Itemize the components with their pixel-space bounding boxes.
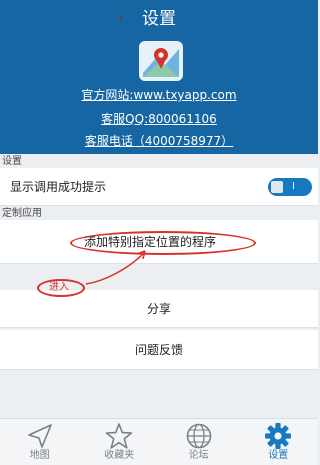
section-settings: 设置 (2, 156, 22, 167)
tab-forum[interactable]: 论坛 (159, 419, 239, 465)
annotation-enter-ellipse: 进入 (37, 279, 85, 297)
feedback-row[interactable]: 问题反馈 (0, 330, 318, 370)
map-pin-logo-icon (139, 41, 183, 81)
star-icon (105, 423, 133, 449)
page-title: 设置 (142, 9, 176, 29)
success-tip-toggle[interactable]: I (268, 178, 312, 196)
tab-map-label: 地图 (29, 450, 50, 461)
tab-map[interactable]: 地图 (0, 419, 80, 465)
annotation-enter-label: 进入 (49, 282, 69, 293)
toggle-label: 显示调用成功提示 (10, 180, 107, 194)
tab-favorites-label: 收藏夹 (104, 450, 135, 461)
website-link[interactable]: 官方网站:www.txyapp.com (0, 88, 318, 103)
toggle-on-text: I (292, 181, 295, 192)
qq-link[interactable]: 客服QQ:800061106 (0, 112, 318, 127)
phone-link[interactable]: 客服电话（4000758977） (0, 134, 318, 149)
tab-bar: 地图 收藏夹 论坛 设置 (0, 418, 318, 465)
tab-settings[interactable]: 设置 (239, 419, 319, 465)
navigate-arrow-icon (27, 424, 52, 448)
annotation-highlight-ellipse (70, 231, 256, 255)
toggle-knob (271, 181, 283, 193)
share-label: 分享 (146, 302, 171, 316)
globe-icon (186, 423, 212, 449)
gear-icon (265, 423, 292, 449)
header-banner: ‹ 设置 官方网站:www.txyapp.com 客服QQ:800061106 … (0, 0, 318, 154)
tab-forum-label: 论坛 (188, 450, 209, 461)
tab-favorites[interactable]: 收藏夹 (80, 419, 160, 465)
feedback-label: 问题反馈 (134, 343, 183, 357)
section-custom: 定制应用 (2, 208, 42, 219)
tab-settings-label: 设置 (268, 450, 289, 461)
toggle-row: 显示调用成功提示 I (0, 168, 318, 206)
